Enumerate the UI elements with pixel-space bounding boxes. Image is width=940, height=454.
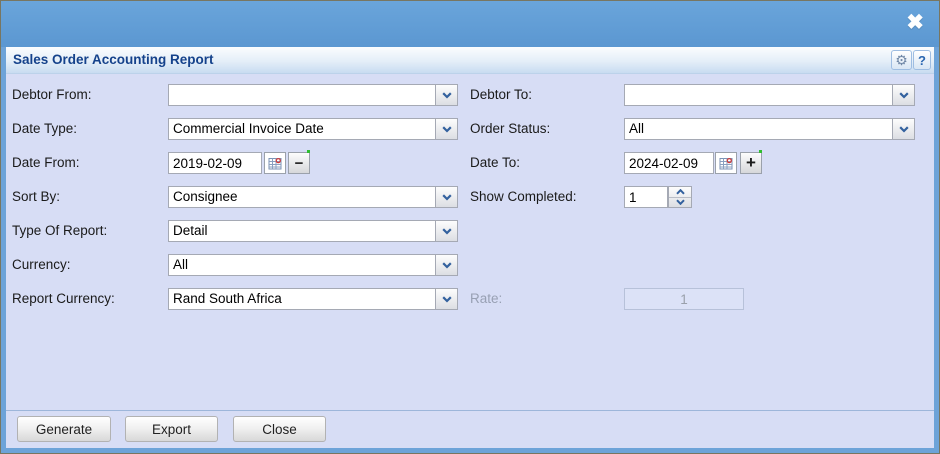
chevron-down-icon <box>675 199 685 206</box>
spinner-down-button[interactable] <box>669 198 691 208</box>
footer-divider <box>6 410 934 411</box>
minus-icon: − <box>294 154 304 172</box>
type-of-report-combobox[interactable]: Detail <box>168 220 458 242</box>
gear-icon: ⚙ <box>895 52 908 68</box>
settings-button[interactable]: ⚙ <box>891 50 912 70</box>
sort-by-label: Sort By: <box>12 189 61 204</box>
date-to-calendar-button[interactable] <box>715 152 737 174</box>
date-from-input[interactable] <box>168 152 262 174</box>
calendar-icon <box>719 157 733 169</box>
debtor-to-combobox[interactable] <box>624 84 915 106</box>
date-from-calendar-button[interactable] <box>264 152 286 174</box>
chevron-down-icon[interactable] <box>892 119 914 139</box>
spinner-up-button[interactable] <box>669 187 691 198</box>
close-icon[interactable]: ✖ <box>906 12 924 33</box>
report-currency-combobox[interactable]: Rand South Africa <box>168 288 458 310</box>
panel-header: Sales Order Accounting Report ⚙ ? <box>6 47 934 74</box>
chevron-down-icon[interactable] <box>435 255 457 275</box>
report-currency-label: Report Currency: <box>12 291 115 306</box>
chevron-down-icon[interactable] <box>435 221 457 241</box>
calendar-icon <box>268 157 282 169</box>
chevron-down-icon[interactable] <box>435 187 457 207</box>
debtor-from-combobox[interactable] <box>168 84 458 106</box>
date-type-combobox[interactable]: Commercial Invoice Date <box>168 118 458 140</box>
show-completed-label: Show Completed: <box>470 189 577 204</box>
dirty-indicator-dot <box>307 150 310 153</box>
type-of-report-value: Detail <box>173 223 208 238</box>
date-to-input[interactable] <box>624 152 714 174</box>
export-button[interactable]: Export <box>125 416 218 442</box>
show-completed-input[interactable] <box>624 186 668 208</box>
date-to-label: Date To: <box>470 155 521 170</box>
help-button[interactable]: ? <box>913 50 931 70</box>
sort-by-combobox[interactable]: Consignee <box>168 186 458 208</box>
date-from-decrement-button[interactable]: − <box>288 150 310 174</box>
date-type-value: Commercial Invoice Date <box>173 121 324 136</box>
order-status-label: Order Status: <box>470 121 551 136</box>
debtor-from-label: Debtor From: <box>12 87 92 102</box>
currency-value: All <box>173 257 189 272</box>
generate-button[interactable]: Generate <box>17 416 111 442</box>
dirty-indicator-dot <box>759 150 762 153</box>
order-status-value: All <box>629 121 645 136</box>
date-to-increment-button[interactable]: + <box>740 150 762 174</box>
plus-icon: + <box>746 153 756 172</box>
type-of-report-label: Type Of Report: <box>12 223 108 238</box>
debtor-to-value <box>625 85 892 105</box>
date-from-label: Date From: <box>12 155 80 170</box>
chevron-down-icon[interactable] <box>435 85 457 105</box>
currency-label: Currency: <box>12 257 71 272</box>
rate-label: Rate: <box>470 291 503 306</box>
date-type-label: Date Type: <box>12 121 78 136</box>
debtor-to-label: Debtor To: <box>470 87 533 102</box>
chevron-down-icon[interactable] <box>892 85 914 105</box>
currency-combobox[interactable]: All <box>168 254 458 276</box>
show-completed-spinner <box>668 186 692 208</box>
chevron-down-icon[interactable] <box>435 289 457 309</box>
order-status-combobox[interactable]: All <box>624 118 915 140</box>
close-button[interactable]: Close <box>233 416 326 442</box>
dialog-window: ✖ Sales Order Accounting Report ⚙ ? Debt… <box>0 0 940 454</box>
report-panel: Sales Order Accounting Report ⚙ ? Debtor… <box>6 47 934 448</box>
debtor-from-value <box>169 85 435 105</box>
sort-by-value: Consignee <box>173 189 238 204</box>
page-title: Sales Order Accounting Report <box>13 52 214 67</box>
window-titlebar[interactable]: ✖ <box>1 1 939 47</box>
chevron-down-icon[interactable] <box>435 119 457 139</box>
report-currency-value: Rand South Africa <box>173 291 282 306</box>
rate-input <box>624 288 744 310</box>
chevron-up-icon <box>675 188 685 195</box>
